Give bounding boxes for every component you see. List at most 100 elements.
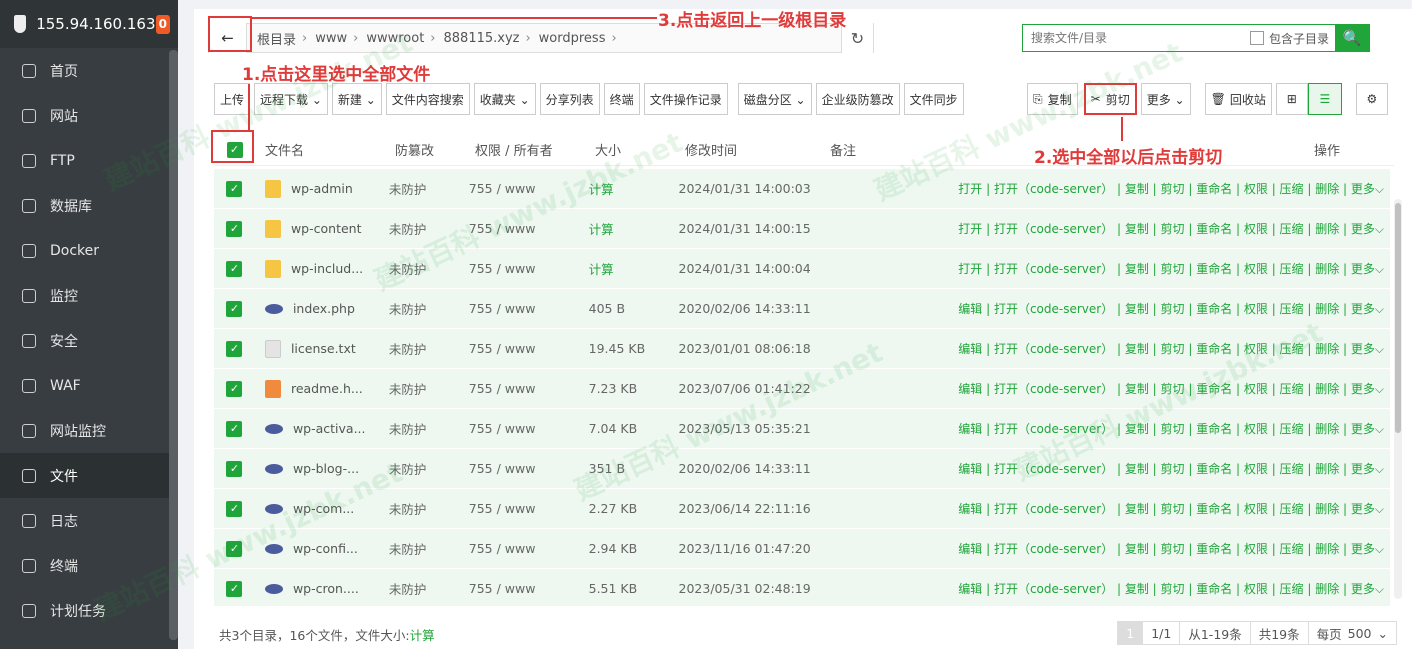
sidebar-item-9[interactable]: 文件 bbox=[0, 453, 169, 498]
row-actions[interactable]: 打开 | 打开（code-server） | 复制 | 剪切 | 重命名 | 权… bbox=[958, 260, 1390, 277]
search-button[interactable]: 🔍 bbox=[1335, 24, 1369, 52]
calc-total-link[interactable]: 计算 bbox=[410, 625, 435, 644]
row-checkbox[interactable]: ✓ bbox=[226, 540, 243, 557]
sidebar-item-1[interactable]: 网站 bbox=[0, 93, 169, 138]
notification-badge[interactable]: 0 bbox=[155, 14, 170, 34]
toolbar-button-10[interactable]: 文件同步 bbox=[903, 83, 964, 115]
row-actions[interactable]: 打开 | 打开（code-server） | 复制 | 剪切 | 重命名 | 权… bbox=[958, 180, 1390, 197]
file-name-cell[interactable]: wp-cron.... bbox=[255, 581, 389, 596]
row-actions[interactable]: 编辑 | 打开（code-server） | 复制 | 剪切 | 重命名 | 权… bbox=[958, 500, 1390, 517]
file-name-cell[interactable]: wp-includ... bbox=[255, 259, 389, 278]
row-actions[interactable]: 编辑 | 打开（code-server） | 复制 | 剪切 | 重命名 | 权… bbox=[958, 380, 1390, 397]
size-cell[interactable]: 计算 bbox=[589, 219, 679, 238]
search-input[interactable] bbox=[1023, 31, 1250, 45]
page-current[interactable]: 1 bbox=[1117, 621, 1144, 645]
file-name-cell[interactable]: wp-admin bbox=[255, 179, 389, 198]
toolbar-button-2[interactable]: 新建 ⌄ bbox=[331, 83, 382, 115]
sidebar-scrollbar[interactable] bbox=[169, 50, 178, 640]
row-checkbox[interactable]: ✓ bbox=[226, 260, 243, 277]
file-name-cell[interactable]: wp-com... bbox=[255, 501, 389, 516]
list-view-button[interactable]: ☰ bbox=[1307, 83, 1342, 115]
perm-cell[interactable]: 755 / www bbox=[469, 501, 589, 516]
breadcrumb-item[interactable]: www bbox=[315, 31, 347, 46]
row-actions[interactable]: 编辑 | 打开（code-server） | 复制 | 剪切 | 重命名 | 权… bbox=[958, 420, 1390, 437]
row-actions[interactable]: 编辑 | 打开（code-server） | 复制 | 剪切 | 重命名 | 权… bbox=[958, 300, 1390, 317]
row-actions[interactable]: 编辑 | 打开（code-server） | 复制 | 剪切 | 重命名 | 权… bbox=[958, 540, 1390, 557]
sidebar-item-5[interactable]: 监控 bbox=[0, 273, 169, 318]
list-scrollbar[interactable] bbox=[1394, 199, 1402, 599]
breadcrumb-item[interactable]: wwwroot bbox=[366, 31, 424, 46]
sidebar-item-12[interactable]: 计划任务 bbox=[0, 588, 169, 633]
sidebar-item-10[interactable]: 日志 bbox=[0, 498, 169, 543]
header-time[interactable]: 修改时间 bbox=[685, 140, 830, 159]
header-name[interactable]: 文件名 bbox=[255, 140, 395, 159]
size-cell[interactable]: 计算 bbox=[589, 259, 679, 278]
toolbar-button-3[interactable]: 文件内容搜索 bbox=[385, 83, 470, 115]
cut-button[interactable]: ✂ 剪切 bbox=[1083, 83, 1137, 115]
table-row[interactable]: ✓ wp-cron.... 未防护 755 / www 5.51 KB 2023/05/3… bbox=[214, 569, 1390, 606]
toolbar-button-9[interactable]: 企业级防篡改 bbox=[815, 83, 900, 115]
breadcrumb-item[interactable]: 根目录 bbox=[257, 29, 296, 48]
sidebar-item-7[interactable]: WAF bbox=[0, 363, 169, 408]
list-scrollbar-thumb[interactable] bbox=[1395, 203, 1401, 433]
row-actions[interactable]: 打开 | 打开（code-server） | 复制 | 剪切 | 重命名 | 权… bbox=[958, 220, 1390, 237]
perm-cell[interactable]: 755 / www bbox=[469, 381, 589, 396]
size-cell[interactable]: 计算 bbox=[589, 179, 679, 198]
row-checkbox[interactable]: ✓ bbox=[226, 460, 243, 477]
table-row[interactable]: ✓ wp-admin 未防护 755 / www 计算 2024/01/31 14:00:… bbox=[214, 169, 1390, 209]
table-row[interactable]: ✓ wp-content 未防护 755 / www 计算 2024/01/31 14:0… bbox=[214, 209, 1390, 249]
file-name-cell[interactable]: readme.h... bbox=[255, 379, 389, 398]
toolbar-button-4[interactable]: 收藏夹 ⌄ bbox=[473, 83, 536, 115]
row-checkbox[interactable]: ✓ bbox=[226, 220, 243, 237]
row-checkbox[interactable]: ✓ bbox=[226, 340, 243, 357]
row-checkbox[interactable]: ✓ bbox=[226, 500, 243, 517]
table-row[interactable]: ✓ index.php 未防护 755 / www 405 B 2020/02/06 14… bbox=[214, 289, 1390, 329]
recycle-bin-button[interactable]: 🗑 回收站 bbox=[1204, 83, 1272, 115]
file-name-cell[interactable]: wp-content bbox=[255, 219, 389, 238]
row-checkbox[interactable]: ✓ bbox=[226, 580, 243, 597]
file-name-cell[interactable]: license.txt bbox=[255, 339, 389, 358]
perm-cell[interactable]: 755 / www bbox=[469, 341, 589, 356]
subdir-checkbox-box[interactable] bbox=[1249, 31, 1264, 45]
toolbar-button-5[interactable]: 分享列表 bbox=[539, 83, 600, 115]
perm-cell[interactable]: 755 / www bbox=[469, 181, 589, 196]
row-checkbox[interactable]: ✓ bbox=[226, 300, 243, 317]
row-checkbox[interactable]: ✓ bbox=[226, 180, 243, 197]
copy-button[interactable]: ⎘ 复制 bbox=[1027, 83, 1078, 115]
toolbar-button-6[interactable]: 终端 bbox=[603, 83, 640, 115]
row-actions[interactable]: 编辑 | 打开（code-server） | 复制 | 剪切 | 重命名 | 权… bbox=[958, 340, 1390, 357]
sidebar-item-2[interactable]: FTP bbox=[0, 138, 169, 183]
table-row[interactable]: ✓ readme.h... 未防护 755 / www 7.23 KB 2023/07/0… bbox=[214, 369, 1390, 409]
file-name-cell[interactable]: index.php bbox=[255, 301, 389, 316]
table-row[interactable]: ✓ wp-confi... 未防护 755 / www 2.94 KB 2023/11/1… bbox=[214, 529, 1390, 569]
header-size[interactable]: 大小 bbox=[595, 140, 685, 159]
row-checkbox[interactable]: ✓ bbox=[226, 380, 243, 397]
table-row[interactable]: ✓ wp-com... 未防护 755 / www 2.27 KB 2023/06/14 … bbox=[214, 489, 1390, 529]
row-actions[interactable]: 编辑 | 打开（code-server） | 复制 | 剪切 | 重命名 | 权… bbox=[958, 580, 1390, 597]
row-actions[interactable]: 编辑 | 打开（code-server） | 复制 | 剪切 | 重命名 | 权… bbox=[958, 460, 1390, 477]
toolbar-button-1[interactable]: 远程下载 ⌄ bbox=[254, 83, 328, 115]
toolbar-button-0[interactable]: 上传 bbox=[214, 83, 251, 115]
settings-button[interactable]: ⚙ bbox=[1355, 83, 1388, 115]
sidebar-item-8[interactable]: 网站监控 bbox=[0, 408, 169, 453]
include-subdir-checkbox[interactable]: 包含子目录 bbox=[1249, 30, 1329, 47]
per-page-select[interactable]: 每页 500 ⌄ bbox=[1307, 621, 1397, 645]
sidebar-item-0[interactable]: 首页 bbox=[0, 48, 169, 93]
perm-cell[interactable]: 755 / www bbox=[469, 421, 589, 436]
toolbar-button-7[interactable]: 文件操作记录 bbox=[643, 83, 728, 115]
file-name-cell[interactable]: wp-activa... bbox=[255, 421, 389, 436]
grid-view-button[interactable]: ⊞ bbox=[1275, 83, 1308, 115]
perm-cell[interactable]: 755 / www bbox=[469, 461, 589, 476]
sidebar-item-6[interactable]: 安全 bbox=[0, 318, 169, 363]
perm-cell[interactable]: 755 / www bbox=[469, 301, 589, 316]
table-row[interactable]: ✓ license.txt 未防护 755 / www 19.45 KB 2023/01/… bbox=[214, 329, 1390, 369]
sidebar-item-4[interactable]: Docker bbox=[0, 228, 169, 273]
file-name-cell[interactable]: wp-confi... bbox=[255, 541, 389, 556]
breadcrumb-item[interactable]: wordpress bbox=[539, 31, 606, 46]
more-button[interactable]: 更多 ⌄ bbox=[1140, 83, 1191, 115]
sidebar-item-11[interactable]: 终端 bbox=[0, 543, 169, 588]
sidebar-item-3[interactable]: 数据库 bbox=[0, 183, 169, 228]
table-row[interactable]: ✓ wp-activa... 未防护 755 / www 7.04 KB 2023/05/… bbox=[214, 409, 1390, 449]
table-row[interactable]: ✓ wp-blog-... 未防护 755 / www 351 B 2020/02/06 … bbox=[214, 449, 1390, 489]
toolbar-button-8[interactable]: 磁盘分区 ⌄ bbox=[737, 83, 812, 115]
